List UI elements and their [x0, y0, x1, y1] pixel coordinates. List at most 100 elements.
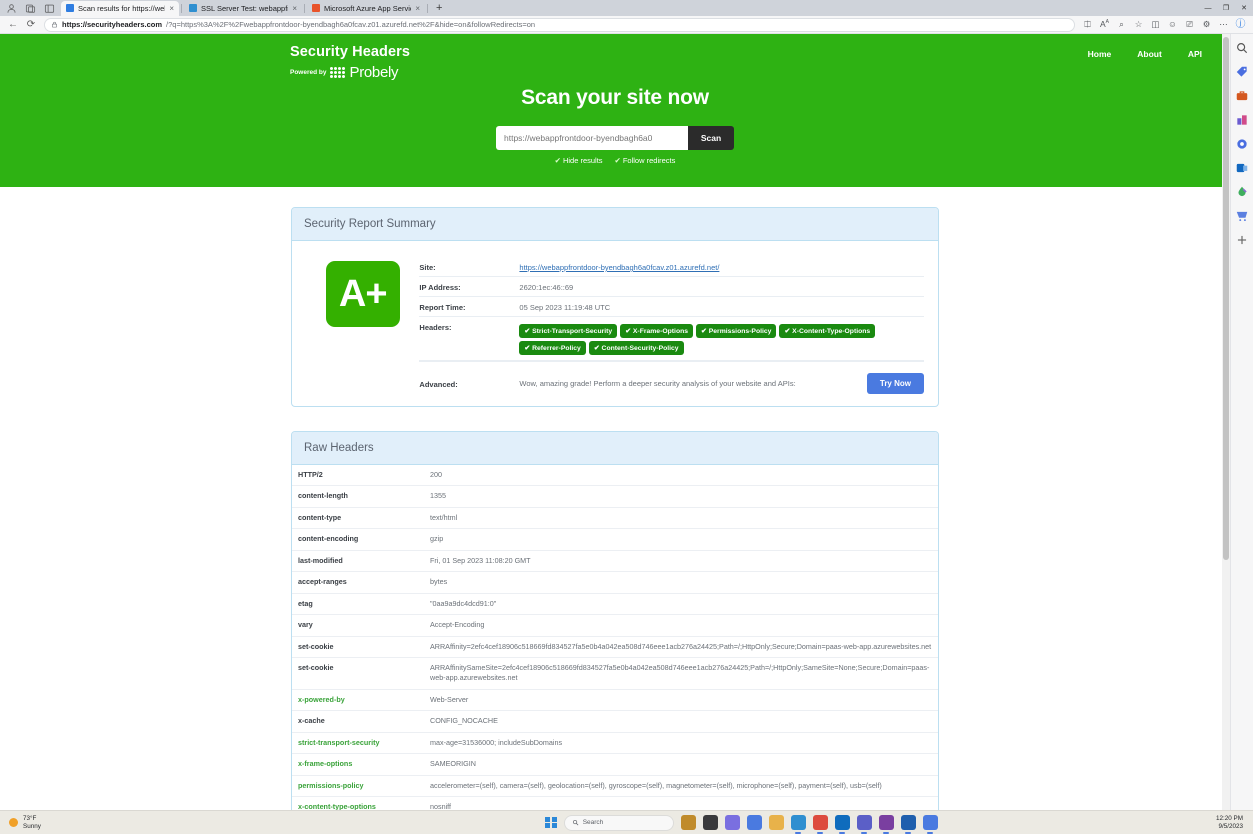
onenote-icon[interactable] [879, 815, 894, 830]
search-icon[interactable] [1235, 41, 1249, 55]
shopping-cart-icon[interactable] [1235, 209, 1249, 223]
summary-row-site: Site: https://webappfrontdoor-byendbagh6… [419, 257, 924, 277]
table-row: content-typetext/html [292, 507, 938, 528]
tab-close-icon[interactable]: × [415, 4, 420, 13]
taskview-icon[interactable] [703, 815, 718, 830]
check-icon: ✔ [701, 328, 707, 335]
header-value: gzip [424, 529, 938, 550]
hide-results-checkbox[interactable]: ✔Hide results [555, 156, 603, 165]
scan-block: Scan your site now Scan ✔Hide results ✔F… [0, 82, 1230, 187]
read-aloud-icon[interactable]: AA [1096, 20, 1113, 29]
word-icon[interactable] [901, 815, 916, 830]
favorite-star-icon[interactable]: ☆ [1130, 20, 1147, 29]
minimize-button[interactable]: — [1199, 5, 1217, 12]
back-button[interactable]: ← [4, 20, 22, 30]
settings-more-icon[interactable]: ⋯ [1215, 20, 1232, 29]
nav-link-home[interactable]: Home [1088, 49, 1112, 59]
workspaces-icon[interactable] [25, 3, 36, 14]
add-icon[interactable] [1235, 233, 1249, 247]
site-brand[interactable]: Security Headers Powered by Probely [290, 44, 410, 81]
header-badge: ✔X-Content-Type-Options [779, 324, 875, 338]
tab-close-icon[interactable]: × [292, 4, 297, 13]
file-explorer-icon[interactable] [769, 815, 784, 830]
teams-icon[interactable] [857, 815, 872, 830]
browser-essentials-icon[interactable]: ⚙ [1198, 20, 1215, 29]
split-screen-icon[interactable]: ◫ [1147, 20, 1164, 29]
chrome-icon[interactable] [813, 815, 828, 830]
refresh-button[interactable]: ⟳ [22, 20, 40, 30]
browser-tab-2[interactable]: Microsoft Azure App Service - W × [307, 1, 425, 16]
taskbar-center: Search [430, 815, 1053, 831]
nav-link-api[interactable]: API [1188, 49, 1202, 59]
powered-by-block: Powered by Probely [290, 64, 410, 81]
chat-icon[interactable] [725, 815, 740, 830]
start-button-icon[interactable] [545, 817, 556, 828]
follow-redirects-checkbox[interactable]: ✔Follow redirects [615, 156, 676, 165]
probely-dots-icon [330, 67, 345, 78]
taskbar-search[interactable]: Search [564, 815, 674, 831]
scan-button[interactable]: Scan [688, 126, 734, 150]
header-name: set-cookie [292, 657, 424, 689]
check-icon: ✔ [524, 328, 530, 335]
header-badge-label: Permissions-Policy [709, 328, 772, 335]
address-bar[interactable]: https://securityheaders.com/?q=https%3A%… [44, 18, 1075, 32]
briefcase-icon[interactable]: ⎅ [1079, 20, 1096, 29]
office-icon[interactable] [1235, 137, 1249, 151]
raw-headers-card-body: HTTP/2200 content-length1355 content-typ… [292, 465, 938, 810]
tab-close-icon[interactable]: × [169, 4, 174, 13]
hide-results-label: Hide results [563, 156, 603, 165]
browser-tab-strip: Scan results for https://webappf × SSL S… [0, 0, 1253, 16]
close-window-button[interactable]: ✕ [1235, 4, 1253, 12]
browser-tab-1[interactable]: SSL Server Test: webappfrontdo × [184, 1, 302, 16]
header-name: content-encoding [292, 529, 424, 550]
table-row: HTTP/2200 [292, 465, 938, 486]
favorites-icon[interactable]: ☺ [1164, 20, 1181, 29]
snipping-tool-icon[interactable] [923, 815, 938, 830]
games-icon[interactable] [1235, 113, 1249, 127]
zoom-icon[interactable]: ⌕ [1113, 20, 1130, 29]
toolbar-icon-group: ⎅ AA ⌕ ☆ ◫ ☺ ⎚ ⚙ ⋯ ⓙ [1079, 20, 1249, 30]
check-icon: ✔ [784, 328, 790, 335]
header-name: x-cache [292, 711, 424, 732]
tools-icon[interactable] [1235, 89, 1249, 103]
clock-time: 12:20 PM [1216, 815, 1243, 823]
page-scrollbar[interactable] [1222, 34, 1230, 810]
outlook-icon[interactable] [835, 815, 850, 830]
tab-actions-icon[interactable] [44, 3, 55, 14]
header-name: accept-ranges [292, 572, 424, 593]
header-value: max-age=31536000; includeSubDomains [424, 732, 938, 753]
new-tab-button[interactable]: + [430, 3, 448, 14]
drop-icon[interactable] [1235, 185, 1249, 199]
header-value: 200 [424, 465, 938, 486]
settings-icon[interactable] [747, 815, 762, 830]
site-url-link[interactable]: https://webappfrontdoor-byendbagh6a0fcav… [519, 263, 719, 272]
summary-card-header: Security Report Summary [292, 208, 938, 241]
widgets-icon[interactable] [681, 815, 696, 830]
header-value: CONFIG_NOCACHE [424, 711, 938, 732]
table-row: strict-transport-securitymax-age=3153600… [292, 732, 938, 753]
summary-title: Security Report Summary [304, 218, 926, 230]
profile-icon[interactable] [6, 3, 17, 14]
scrollbar-thumb[interactable] [1223, 37, 1229, 560]
taskbar-clock[interactable]: 12:20 PM 9/5/2023 [1216, 815, 1243, 830]
collections-icon[interactable]: ⎚ [1181, 20, 1198, 29]
tab-title: Microsoft Azure App Service - W [324, 4, 411, 13]
follow-redirects-label: Follow redirects [623, 156, 676, 165]
shopping-tag-icon[interactable] [1235, 65, 1249, 79]
header-badge-label: X-Frame-Options [633, 328, 688, 335]
copilot-icon[interactable]: ⓙ [1232, 20, 1249, 30]
try-now-button[interactable]: Try Now [867, 373, 924, 394]
scan-url-input[interactable] [496, 126, 688, 150]
outlook-icon[interactable] [1235, 161, 1249, 175]
raw-headers-title: Raw Headers [304, 442, 926, 454]
weather-widget[interactable]: 73°F Sunny [0, 815, 430, 829]
browser-toolbar: ← ⟳ https://securityheaders.com/?q=https… [0, 16, 1253, 34]
maximize-button[interactable]: ❐ [1217, 4, 1235, 12]
browser-tab-0[interactable]: Scan results for https://webappf × [61, 1, 179, 16]
nav-link-about[interactable]: About [1137, 49, 1162, 59]
edge-icon[interactable] [791, 815, 806, 830]
header-value: ARRAffinity=2efc4cef18906c518669fd834527… [424, 636, 938, 657]
site-navbar: Security Headers Powered by Probely Home… [0, 34, 1230, 82]
header-badge-label: Strict-Transport-Security [532, 328, 612, 335]
site-nav: Home About API [1088, 44, 1202, 59]
